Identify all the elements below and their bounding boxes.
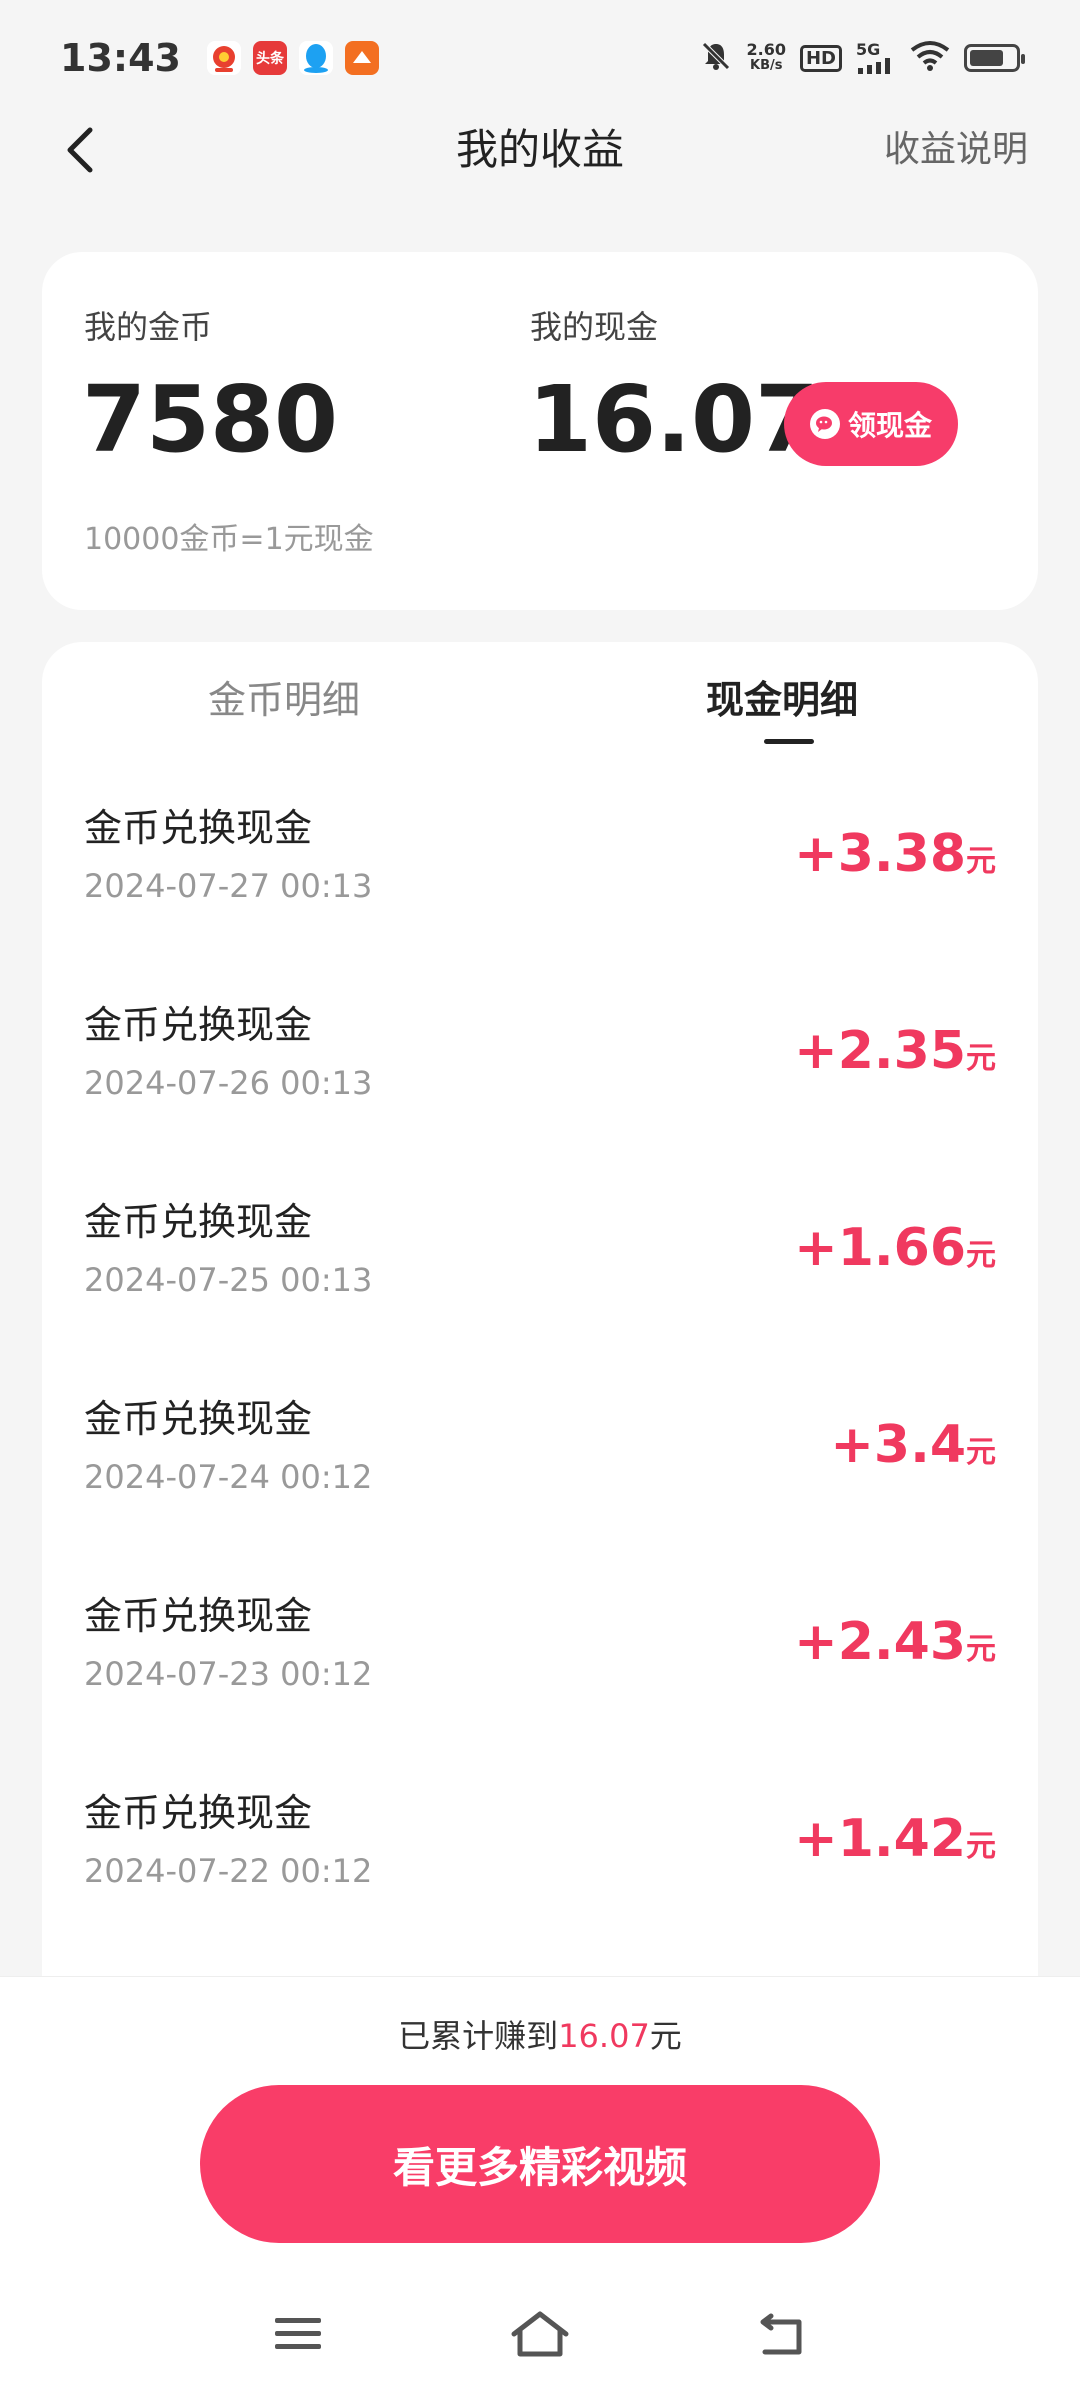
record-amount: +3.38元: [794, 824, 996, 884]
speed-unit: KB/s: [750, 58, 783, 73]
status-time: 13:43: [60, 36, 181, 80]
record-title: 金币兑换现金: [84, 806, 313, 850]
coin-value: 7580: [82, 366, 339, 473]
record-time: 2024-07-25 00:13: [84, 1261, 373, 1299]
list-item: 金币兑换现金 2024-07-27 00:13 +3.38元: [42, 800, 1038, 996]
menu-icon: [275, 2318, 321, 2349]
list-item: 金币兑换现金 2024-07-26 00:13 +2.35元: [42, 997, 1038, 1193]
withdraw-label: 领现金: [847, 409, 932, 442]
watch-more-videos-button[interactable]: 看更多精彩视频: [200, 2085, 880, 2243]
speed-value: 2.60: [746, 40, 786, 59]
record-time: 2024-07-26 00:13: [84, 1064, 373, 1102]
app-icon-orange: [344, 41, 379, 75]
amount-unit: 元: [966, 1041, 996, 1076]
record-amount: +1.66元: [794, 1218, 996, 1278]
home-icon: [511, 2311, 569, 2357]
record-amount: +3.4元: [830, 1415, 996, 1475]
amount-unit: 元: [966, 1238, 996, 1273]
amount-value: +3.38: [794, 824, 966, 884]
signal-5g-icon: 5G: [856, 42, 896, 74]
earnings-summary-card: 我的金币 7580 我的现金 16.07 领现金 10000金币=1元现金: [42, 252, 1038, 610]
amount-value: +1.66: [794, 1218, 966, 1278]
amount-unit: 元: [966, 1435, 996, 1470]
wechat-icon: [809, 409, 840, 439]
amount-value: +1.42: [794, 1809, 966, 1869]
amount-unit: 元: [966, 1632, 996, 1667]
amount-unit: 元: [966, 844, 996, 879]
home-nav-button[interactable]: [500, 2299, 580, 2369]
list-item: 金币兑换现金 2024-07-25 00:13 +1.66元: [42, 1194, 1038, 1390]
record-time: 2024-07-27 00:13: [84, 867, 373, 905]
record-time: 2024-07-22 00:12: [84, 1852, 373, 1890]
exchange-rate-text: 10000金币=1元现金: [84, 522, 374, 557]
record-amount: +2.43元: [794, 1612, 996, 1672]
list-item: 金币兑换现金 2024-07-24 00:12 +3.4元: [42, 1391, 1038, 1587]
record-time: 2024-07-23 00:12: [84, 1655, 373, 1693]
active-tab-indicator: [764, 739, 814, 744]
record-amount: +2.35元: [794, 1021, 996, 1081]
cash-label: 我的现金: [530, 308, 659, 346]
withdraw-cash-button[interactable]: 领现金: [784, 382, 958, 466]
list-item: 金币兑换现金 2024-07-23 00:12 +2.43元: [42, 1588, 1038, 1784]
total-earned-text: 已累计赚到16.07元: [0, 2011, 1080, 2057]
detail-panel: 金币明细 现金明细 金币兑换现金 2024-07-27 00:13 +3.38元…: [42, 642, 1038, 2042]
app-icon-red: [206, 41, 241, 75]
list-item: 金币兑换现金 2024-07-22 00:12 +1.42元: [42, 1785, 1038, 1981]
page-header: 我的收益 收益说明: [0, 110, 1080, 190]
menu-nav-button[interactable]: [258, 2299, 338, 2369]
return-icon: [760, 2313, 802, 2355]
record-title: 金币兑换现金: [84, 1200, 313, 1244]
amount-value: +2.43: [794, 1612, 966, 1672]
system-nav-bar: [0, 2277, 1080, 2400]
qq-icon: [298, 41, 333, 75]
record-title: 金币兑换现金: [84, 1594, 313, 1638]
record-title: 金币兑换现金: [84, 1397, 313, 1441]
mute-bell-icon: [699, 39, 733, 77]
network-speed: 2.60 KB/s: [747, 42, 786, 74]
record-title: 金币兑换现金: [84, 1791, 313, 1835]
tab-coin-details[interactable]: 金币明细: [208, 672, 360, 728]
amount-value: +3.4: [830, 1415, 966, 1475]
amount-unit: 元: [966, 1829, 996, 1864]
wifi-icon: [910, 40, 950, 76]
bottom-bar: 已累计赚到16.07元 看更多精彩视频: [0, 1976, 1080, 2400]
total-suffix: 元: [649, 2017, 682, 2055]
coin-label: 我的金币: [84, 308, 213, 346]
hd-badge: HD: [799, 44, 842, 72]
battery-level: [970, 50, 1003, 66]
record-time: 2024-07-24 00:12: [84, 1458, 373, 1496]
record-amount: +1.42元: [794, 1809, 996, 1869]
record-title: 金币兑换现金: [84, 1003, 313, 1047]
tab-cash-details[interactable]: 现金明细: [706, 672, 858, 728]
status-bar: 13:43 头条 2.60 KB/s HD 5G: [0, 0, 1080, 116]
amount-value: +2.35: [794, 1021, 966, 1081]
earnings-explanation-link[interactable]: 收益说明: [884, 120, 1028, 180]
status-indicators: 2.60 KB/s HD 5G: [699, 39, 1025, 77]
battery-icon: [964, 44, 1025, 72]
cash-value: 16.07: [528, 366, 820, 473]
total-prefix: 已累计赚到: [398, 2017, 559, 2055]
total-value: 16.07: [558, 2017, 650, 2055]
network-label: 5G: [856, 40, 881, 59]
toutiao-icon: 头条: [252, 41, 287, 75]
back-nav-button[interactable]: [742, 2299, 822, 2369]
